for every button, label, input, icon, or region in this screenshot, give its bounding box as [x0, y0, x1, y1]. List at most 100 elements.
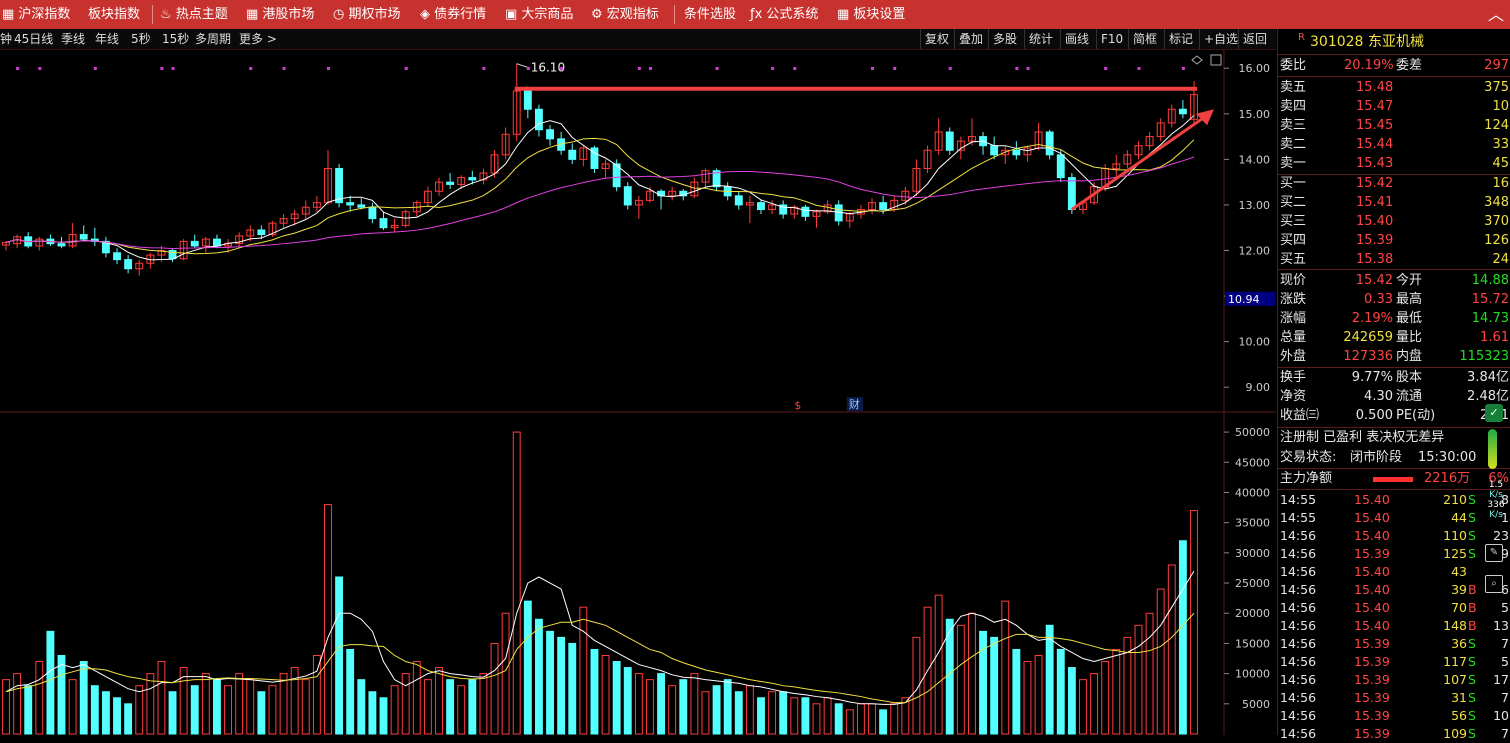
stock-badge: R	[1298, 32, 1305, 43]
quote-row: 总量 242659 量比 1.61	[1280, 330, 1509, 345]
trend-arrow-annotation	[1071, 114, 1207, 211]
multi-period[interactable]: 多周期	[195, 29, 231, 49]
diamond-icon	[1191, 55, 1203, 65]
stats-button[interactable]: 统计	[1024, 29, 1057, 49]
candle-body	[213, 238, 221, 247]
volume-bar	[757, 697, 765, 735]
volume-bar	[90, 685, 99, 735]
candle-body	[1045, 131, 1054, 156]
draw-button[interactable]: 画线	[1060, 29, 1093, 49]
volume-bar	[834, 703, 843, 735]
stock-name: 东亚机械	[1368, 34, 1424, 50]
volume-bar	[890, 703, 899, 735]
signal-dot	[249, 67, 253, 70]
candle-body	[446, 181, 455, 185]
kline-chart[interactable]: 16.0015.0014.0013.0012.0011.0010.009.001…	[0, 50, 1276, 735]
volume-bar	[279, 673, 288, 735]
bid-row[interactable]: 买二 15.41 348	[1278, 193, 1510, 212]
volume-tick-label: 10000	[1235, 668, 1270, 681]
price-tick-label: 10.00	[1239, 336, 1271, 349]
candle-body	[57, 243, 66, 247]
period-quarter[interactable]: 季线	[61, 29, 85, 49]
order-ratio-row: 委比 20.19% 委差 297	[1280, 58, 1509, 73]
volume-bar	[1134, 624, 1143, 735]
nav-item-bonds[interactable]: ◈ 债券行情	[420, 0, 486, 29]
volume-bar	[301, 679, 310, 735]
signal-dot	[637, 67, 641, 70]
candle-body	[468, 177, 477, 181]
overlay-button[interactable]: 叠加	[954, 29, 987, 49]
volume-bar	[868, 703, 876, 735]
signal-dot	[404, 67, 408, 70]
nav-divider	[674, 5, 675, 24]
more-button[interactable]: 更多 >	[239, 29, 277, 49]
volume-bar	[546, 630, 554, 735]
volume-bar	[1101, 661, 1110, 735]
nav-item-macro[interactable]: ⚙ 宏观指标	[591, 0, 659, 29]
ask-row[interactable]: 卖五 15.48 375	[1278, 78, 1510, 97]
mark-button[interactable]: 标记	[1164, 29, 1197, 49]
back-button[interactable]: 返回	[1238, 29, 1271, 49]
bid-row[interactable]: 买五 15.38 24	[1278, 250, 1510, 269]
collapse-chevron-icon[interactable]: ︿	[1488, 0, 1504, 29]
edit-icon[interactable]: ✎	[1485, 544, 1503, 562]
bid-row[interactable]: 买四 15.39 126	[1278, 231, 1510, 250]
volume-bar	[24, 685, 33, 735]
candle-body	[79, 234, 88, 240]
signal-dot	[482, 67, 486, 70]
nav-item-sector-settings[interactable]: ▦ 板块设置	[837, 0, 905, 29]
period-year[interactable]: 年线	[95, 29, 119, 49]
candle-body	[523, 90, 532, 110]
volume-bar	[13, 673, 22, 735]
search-icon[interactable]: ⌕	[1485, 575, 1503, 593]
nav-item-hot-theme[interactable]: ♨ 热点主题	[160, 0, 228, 29]
bid-row[interactable]: 买一 15.42 16	[1278, 174, 1510, 193]
price-tick-label: 12.00	[1239, 245, 1271, 258]
ask-row[interactable]: 卖二 15.44 33	[1278, 135, 1510, 154]
candle-body	[113, 252, 121, 261]
period-5sec[interactable]: 5秒	[131, 29, 151, 49]
adjust-button[interactable]: 复权	[920, 29, 953, 49]
nav-item-sector-index[interactable]: 板块指数	[88, 0, 140, 29]
nav-item-commodity[interactable]: ▣ 大宗商品	[505, 0, 573, 29]
volume-bar	[423, 679, 432, 735]
period-45day[interactable]: 45日线	[14, 29, 53, 49]
nav-item-formula[interactable]: ƒx 公式系统	[750, 0, 818, 29]
signal-dot	[93, 67, 97, 70]
quote-row: 涨幅 2.19% 最低 14.73	[1280, 311, 1509, 326]
shield-icon[interactable]: ✓	[1485, 404, 1503, 422]
nav-item-hk-market[interactable]: ▦ 港股市场	[246, 0, 314, 29]
volume-bar	[579, 606, 588, 735]
volume-bar	[1145, 612, 1154, 735]
period-15sec[interactable]: 15秒	[162, 29, 189, 49]
nav-item-hs-index[interactable]: ▦ 沪深指数	[2, 0, 70, 29]
simple-frame-button[interactable]: 简框	[1128, 29, 1161, 49]
volume-bar	[1190, 510, 1198, 735]
event-mark-dollar: $	[794, 399, 801, 412]
nav-item-stock-filter[interactable]: 条件选股	[684, 0, 736, 29]
signal-dot	[1137, 67, 1141, 70]
ask-row[interactable]: 卖四 15.47 10	[1278, 97, 1510, 116]
volume-bar	[1112, 648, 1121, 735]
signal-dot	[326, 67, 330, 70]
signal-dot	[771, 67, 775, 70]
bid-row[interactable]: 买三 15.40 370	[1278, 212, 1510, 231]
volume-bar	[956, 624, 965, 735]
stock-header: R 301028 东亚机械	[1278, 31, 1510, 53]
signal-dot	[282, 67, 286, 70]
ask-row[interactable]: 卖三 15.45 124	[1278, 116, 1510, 135]
volume-bar	[412, 661, 421, 735]
f10-button[interactable]: F10	[1096, 29, 1127, 49]
multi-stock-button[interactable]: 多股	[988, 29, 1021, 49]
volume-bar	[701, 691, 710, 735]
volume-tick-label: 25000	[1235, 577, 1270, 590]
add-watchlist-button[interactable]: +自选	[1199, 29, 1242, 49]
candle-body	[368, 206, 377, 220]
candle-body	[1012, 149, 1021, 156]
box-icon: ▣	[505, 7, 522, 22]
signal-dot	[793, 67, 797, 70]
top-nav-bar: ▦ 沪深指数 板块指数 ♨ 热点主题 ▦ 港股市场 ◷ 期权市场 ◈ 债券行情 …	[0, 0, 1510, 29]
nav-item-options[interactable]: ◷ 期权市场	[333, 0, 401, 29]
period-minute[interactable]: 钟	[0, 29, 12, 49]
ask-row[interactable]: 卖一 15.43 45	[1278, 154, 1510, 173]
